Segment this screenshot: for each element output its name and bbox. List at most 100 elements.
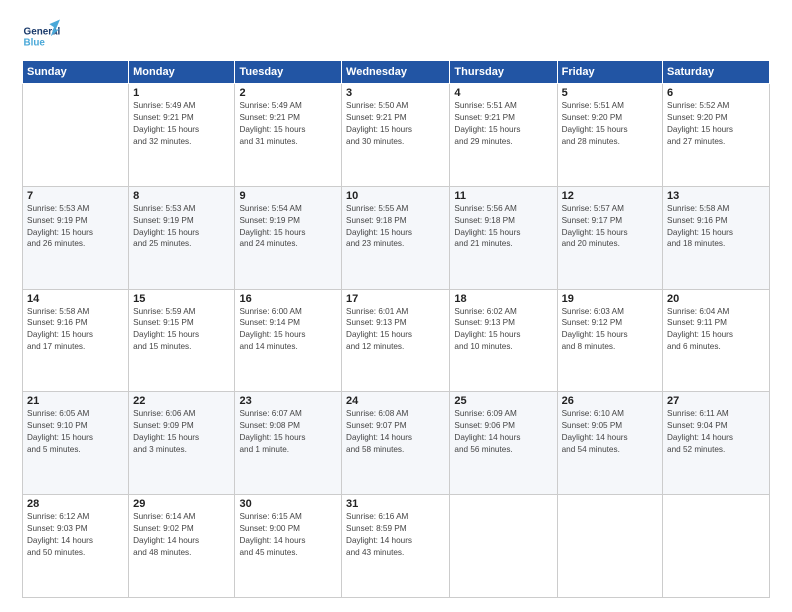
calendar-cell xyxy=(450,495,557,598)
day-info: Sunrise: 5:56 AM Sunset: 9:18 PM Dayligh… xyxy=(454,203,552,251)
day-info: Sunrise: 5:54 AM Sunset: 9:19 PM Dayligh… xyxy=(239,203,337,251)
week-row-2: 7Sunrise: 5:53 AM Sunset: 9:19 PM Daylig… xyxy=(23,186,770,289)
day-number: 22 xyxy=(133,395,230,407)
logo-icon: General Blue xyxy=(22,18,60,56)
day-number: 10 xyxy=(346,190,445,202)
day-info: Sunrise: 5:51 AM Sunset: 9:20 PM Dayligh… xyxy=(562,100,658,148)
calendar-cell: 16Sunrise: 6:00 AM Sunset: 9:14 PM Dayli… xyxy=(235,289,342,392)
day-info: Sunrise: 6:11 AM Sunset: 9:04 PM Dayligh… xyxy=(667,408,765,456)
day-number: 24 xyxy=(346,395,445,407)
calendar-cell: 31Sunrise: 6:16 AM Sunset: 8:59 PM Dayli… xyxy=(342,495,450,598)
calendar-cell xyxy=(23,84,129,187)
day-info: Sunrise: 6:00 AM Sunset: 9:14 PM Dayligh… xyxy=(239,306,337,354)
day-number: 26 xyxy=(562,395,658,407)
day-info: Sunrise: 5:51 AM Sunset: 9:21 PM Dayligh… xyxy=(454,100,552,148)
calendar-cell: 22Sunrise: 6:06 AM Sunset: 9:09 PM Dayli… xyxy=(129,392,235,495)
calendar-cell xyxy=(557,495,662,598)
day-number: 8 xyxy=(133,190,230,202)
calendar-cell: 26Sunrise: 6:10 AM Sunset: 9:05 PM Dayli… xyxy=(557,392,662,495)
day-number: 27 xyxy=(667,395,765,407)
day-info: Sunrise: 5:58 AM Sunset: 9:16 PM Dayligh… xyxy=(667,203,765,251)
day-number: 14 xyxy=(27,293,124,305)
day-info: Sunrise: 6:12 AM Sunset: 9:03 PM Dayligh… xyxy=(27,511,124,559)
day-info: Sunrise: 5:55 AM Sunset: 9:18 PM Dayligh… xyxy=(346,203,445,251)
weekday-header-friday: Friday xyxy=(557,61,662,84)
day-info: Sunrise: 6:15 AM Sunset: 9:00 PM Dayligh… xyxy=(239,511,337,559)
day-info: Sunrise: 6:02 AM Sunset: 9:13 PM Dayligh… xyxy=(454,306,552,354)
weekday-row: SundayMondayTuesdayWednesdayThursdayFrid… xyxy=(23,61,770,84)
calendar-cell: 3Sunrise: 5:50 AM Sunset: 9:21 PM Daylig… xyxy=(342,84,450,187)
day-number: 4 xyxy=(454,87,552,99)
calendar-cell: 30Sunrise: 6:15 AM Sunset: 9:00 PM Dayli… xyxy=(235,495,342,598)
day-number: 23 xyxy=(239,395,337,407)
day-number: 7 xyxy=(27,190,124,202)
svg-text:Blue: Blue xyxy=(24,37,46,48)
calendar-cell: 15Sunrise: 5:59 AM Sunset: 9:15 PM Dayli… xyxy=(129,289,235,392)
day-info: Sunrise: 6:01 AM Sunset: 9:13 PM Dayligh… xyxy=(346,306,445,354)
calendar-table: SundayMondayTuesdayWednesdayThursdayFrid… xyxy=(22,60,770,598)
day-number: 2 xyxy=(239,87,337,99)
day-number: 11 xyxy=(454,190,552,202)
header: General Blue xyxy=(22,18,770,56)
calendar-cell: 11Sunrise: 5:56 AM Sunset: 9:18 PM Dayli… xyxy=(450,186,557,289)
day-number: 9 xyxy=(239,190,337,202)
day-info: Sunrise: 6:09 AM Sunset: 9:06 PM Dayligh… xyxy=(454,408,552,456)
day-info: Sunrise: 6:07 AM Sunset: 9:08 PM Dayligh… xyxy=(239,408,337,456)
day-number: 16 xyxy=(239,293,337,305)
calendar-cell: 4Sunrise: 5:51 AM Sunset: 9:21 PM Daylig… xyxy=(450,84,557,187)
page: General Blue SundayMondayTuesdayWednesda… xyxy=(0,0,792,612)
day-info: Sunrise: 6:14 AM Sunset: 9:02 PM Dayligh… xyxy=(133,511,230,559)
day-info: Sunrise: 6:16 AM Sunset: 8:59 PM Dayligh… xyxy=(346,511,445,559)
calendar-cell: 28Sunrise: 6:12 AM Sunset: 9:03 PM Dayli… xyxy=(23,495,129,598)
weekday-header-tuesday: Tuesday xyxy=(235,61,342,84)
day-info: Sunrise: 5:52 AM Sunset: 9:20 PM Dayligh… xyxy=(667,100,765,148)
calendar-cell: 2Sunrise: 5:49 AM Sunset: 9:21 PM Daylig… xyxy=(235,84,342,187)
calendar-cell: 1Sunrise: 5:49 AM Sunset: 9:21 PM Daylig… xyxy=(129,84,235,187)
week-row-1: 1Sunrise: 5:49 AM Sunset: 9:21 PM Daylig… xyxy=(23,84,770,187)
day-number: 31 xyxy=(346,498,445,510)
calendar-cell: 25Sunrise: 6:09 AM Sunset: 9:06 PM Dayli… xyxy=(450,392,557,495)
day-number: 13 xyxy=(667,190,765,202)
day-info: Sunrise: 6:08 AM Sunset: 9:07 PM Dayligh… xyxy=(346,408,445,456)
week-row-5: 28Sunrise: 6:12 AM Sunset: 9:03 PM Dayli… xyxy=(23,495,770,598)
day-info: Sunrise: 6:05 AM Sunset: 9:10 PM Dayligh… xyxy=(27,408,124,456)
calendar-cell: 8Sunrise: 5:53 AM Sunset: 9:19 PM Daylig… xyxy=(129,186,235,289)
weekday-header-sunday: Sunday xyxy=(23,61,129,84)
day-number: 20 xyxy=(667,293,765,305)
day-info: Sunrise: 6:03 AM Sunset: 9:12 PM Dayligh… xyxy=(562,306,658,354)
calendar-cell: 17Sunrise: 6:01 AM Sunset: 9:13 PM Dayli… xyxy=(342,289,450,392)
calendar-cell: 21Sunrise: 6:05 AM Sunset: 9:10 PM Dayli… xyxy=(23,392,129,495)
day-info: Sunrise: 5:49 AM Sunset: 9:21 PM Dayligh… xyxy=(239,100,337,148)
calendar-cell: 27Sunrise: 6:11 AM Sunset: 9:04 PM Dayli… xyxy=(663,392,770,495)
day-info: Sunrise: 5:49 AM Sunset: 9:21 PM Dayligh… xyxy=(133,100,230,148)
calendar-cell: 12Sunrise: 5:57 AM Sunset: 9:17 PM Dayli… xyxy=(557,186,662,289)
day-number: 15 xyxy=(133,293,230,305)
day-number: 12 xyxy=(562,190,658,202)
day-number: 21 xyxy=(27,395,124,407)
day-number: 28 xyxy=(27,498,124,510)
calendar-cell: 5Sunrise: 5:51 AM Sunset: 9:20 PM Daylig… xyxy=(557,84,662,187)
day-info: Sunrise: 5:53 AM Sunset: 9:19 PM Dayligh… xyxy=(27,203,124,251)
day-number: 19 xyxy=(562,293,658,305)
calendar-cell: 14Sunrise: 5:58 AM Sunset: 9:16 PM Dayli… xyxy=(23,289,129,392)
calendar-cell xyxy=(663,495,770,598)
calendar-cell: 7Sunrise: 5:53 AM Sunset: 9:19 PM Daylig… xyxy=(23,186,129,289)
calendar-cell: 13Sunrise: 5:58 AM Sunset: 9:16 PM Dayli… xyxy=(663,186,770,289)
calendar-cell: 20Sunrise: 6:04 AM Sunset: 9:11 PM Dayli… xyxy=(663,289,770,392)
day-number: 29 xyxy=(133,498,230,510)
week-row-3: 14Sunrise: 5:58 AM Sunset: 9:16 PM Dayli… xyxy=(23,289,770,392)
calendar-cell: 18Sunrise: 6:02 AM Sunset: 9:13 PM Dayli… xyxy=(450,289,557,392)
day-number: 17 xyxy=(346,293,445,305)
day-number: 6 xyxy=(667,87,765,99)
weekday-header-thursday: Thursday xyxy=(450,61,557,84)
calendar-cell: 6Sunrise: 5:52 AM Sunset: 9:20 PM Daylig… xyxy=(663,84,770,187)
day-info: Sunrise: 5:50 AM Sunset: 9:21 PM Dayligh… xyxy=(346,100,445,148)
day-number: 25 xyxy=(454,395,552,407)
calendar-cell: 23Sunrise: 6:07 AM Sunset: 9:08 PM Dayli… xyxy=(235,392,342,495)
day-info: Sunrise: 6:06 AM Sunset: 9:09 PM Dayligh… xyxy=(133,408,230,456)
logo: General Blue xyxy=(22,18,60,56)
week-row-4: 21Sunrise: 6:05 AM Sunset: 9:10 PM Dayli… xyxy=(23,392,770,495)
calendar-cell: 19Sunrise: 6:03 AM Sunset: 9:12 PM Dayli… xyxy=(557,289,662,392)
day-number: 18 xyxy=(454,293,552,305)
calendar-cell: 10Sunrise: 5:55 AM Sunset: 9:18 PM Dayli… xyxy=(342,186,450,289)
